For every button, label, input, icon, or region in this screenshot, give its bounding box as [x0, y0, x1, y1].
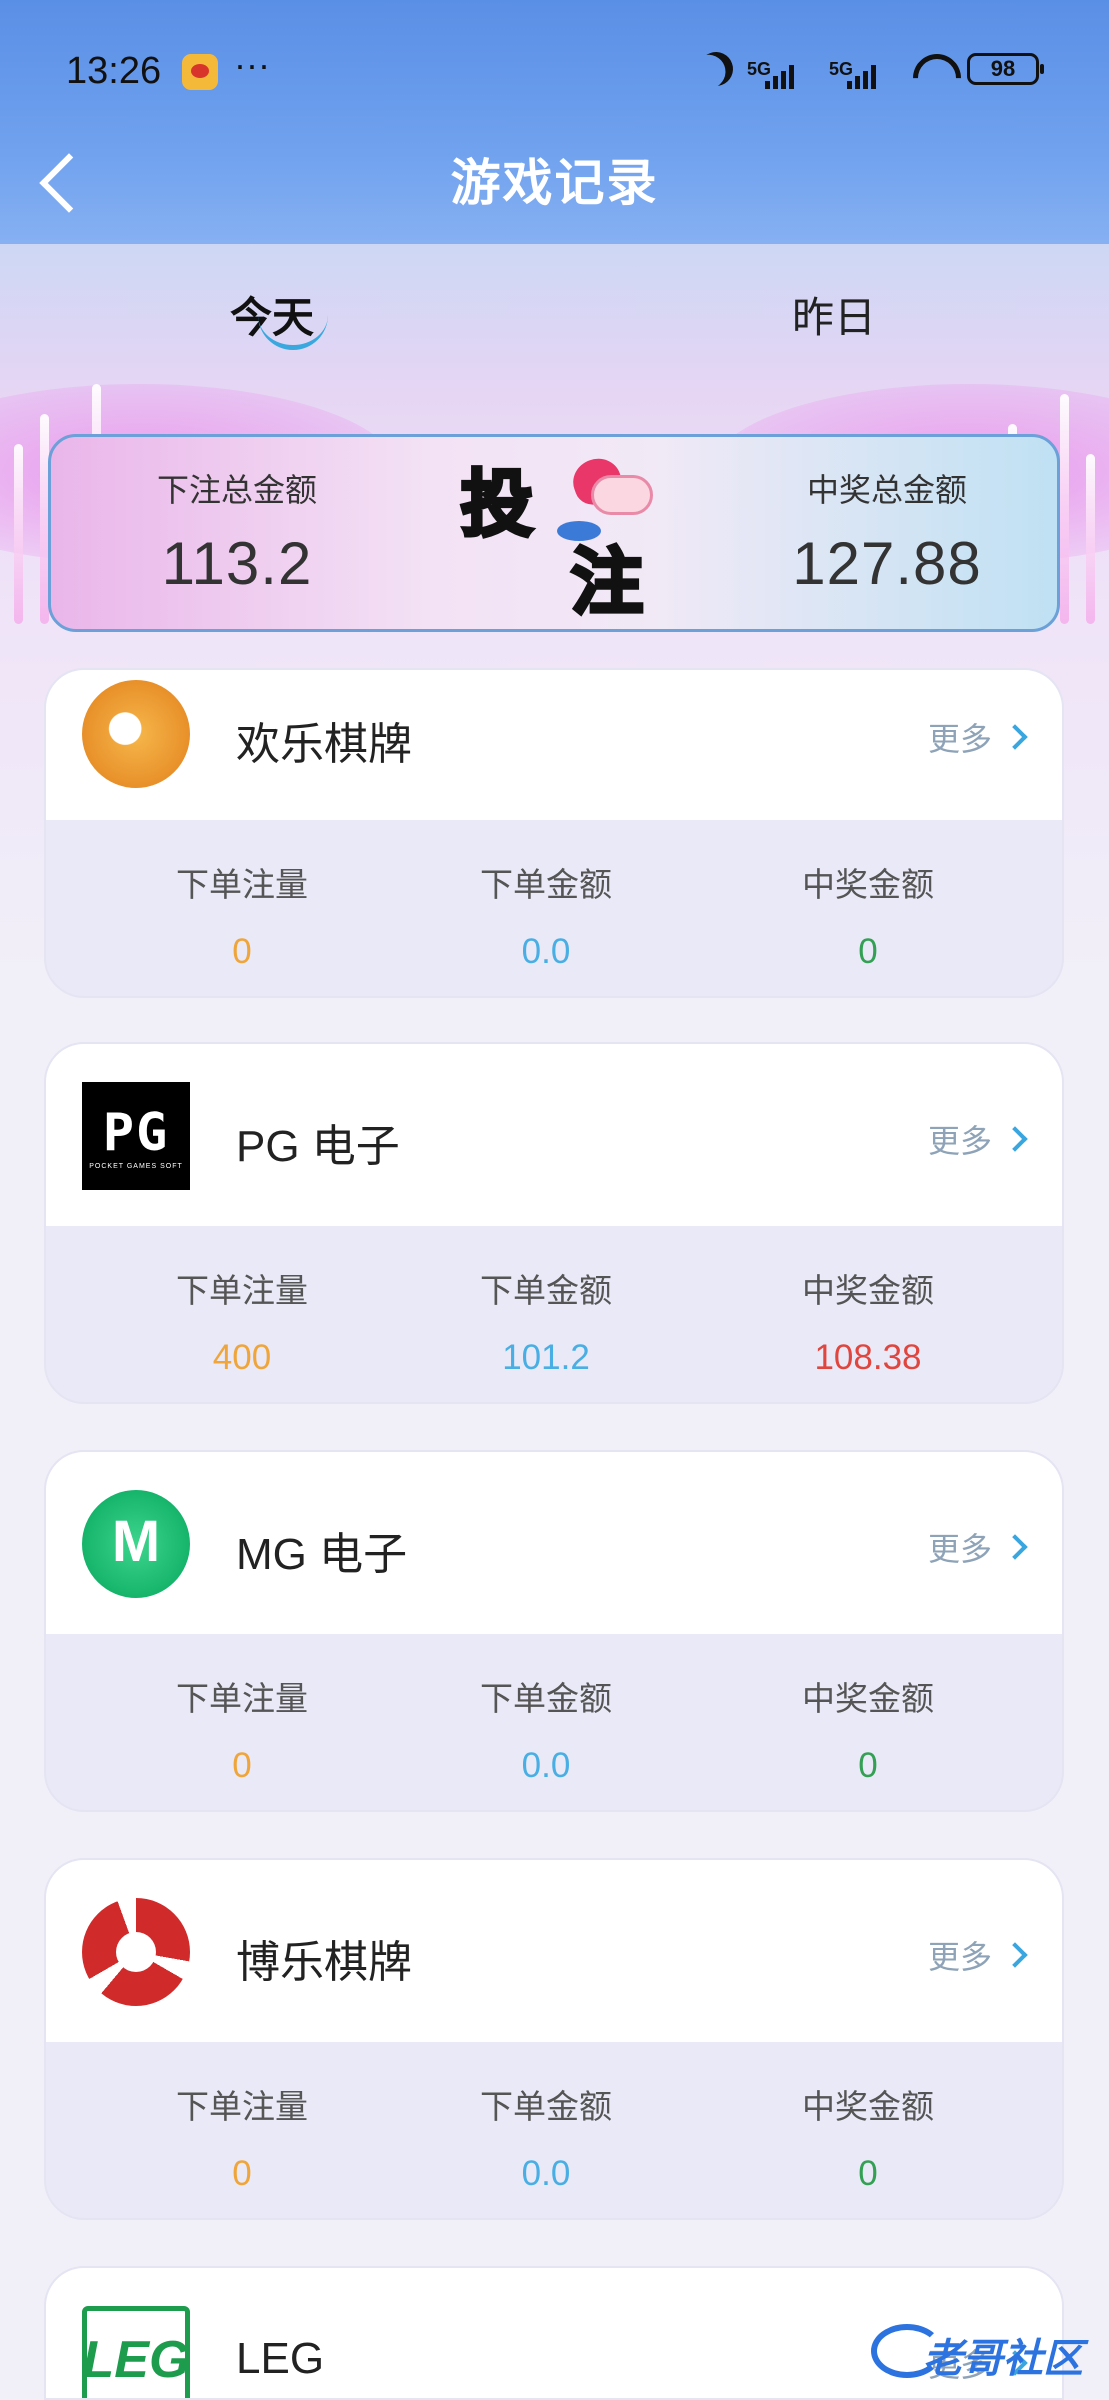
- game-name: LEG: [236, 2334, 325, 2383]
- win-value: 0: [858, 2154, 878, 2193]
- summary-card: 下注总金额 113.2 投 注 中奖总金额 127.88: [48, 434, 1060, 632]
- amount-value: 101.2: [502, 1338, 590, 1377]
- bets-label: 下单注量: [176, 1680, 308, 1717]
- more-link[interactable]: 更多: [928, 1524, 1024, 1570]
- bet-badge-char-1: 投: [459, 460, 535, 548]
- bet-badge-illustration: 投 注: [459, 445, 691, 626]
- amount-label: 下单金额: [480, 1680, 612, 1717]
- amount-value: 0.0: [521, 932, 571, 971]
- win-value: 0: [858, 932, 878, 971]
- game-card-happy-chess: 欢乐棋牌 更多 下单注量 0 下单金额 0.0 中奖金额 0: [44, 668, 1064, 998]
- win-total-value: 127.88: [792, 530, 982, 597]
- bets-value: 0: [232, 2154, 252, 2193]
- game-header: 博乐棋牌 更多: [46, 1860, 1062, 2042]
- status-bar: 13:26 ··· 5G 5G 98: [0, 40, 1109, 100]
- win-label: 中奖金额: [802, 2088, 934, 2125]
- status-time: 13:26: [66, 50, 162, 92]
- game-header: MG 电子 更多: [46, 1452, 1062, 1634]
- game-name: MG 电子: [236, 1530, 408, 1579]
- wifi-icon: [911, 54, 953, 84]
- amount-label: 下单金额: [480, 1272, 612, 1309]
- win-total-label: 中奖总金额: [806, 472, 967, 508]
- bets-label: 下单注量: [176, 2088, 308, 2125]
- mg-logo-icon: [82, 1490, 190, 1598]
- tab-today[interactable]: 今天: [230, 284, 328, 350]
- more-link[interactable]: 更多: [928, 714, 1024, 760]
- game-name: PG 电子: [236, 1122, 400, 1171]
- win-total: 中奖总金额 127.88: [737, 465, 1037, 598]
- amount-value: 0.0: [521, 2154, 571, 2193]
- bets-value: 0: [232, 932, 252, 971]
- weibo-notification-icon: [182, 54, 218, 90]
- win-value: 108.38: [814, 1338, 922, 1377]
- leg-logo-icon: LEG: [82, 2306, 190, 2398]
- more-link[interactable]: 更多: [928, 1932, 1024, 1978]
- header-bar: 13:26 ··· 5G 5G 98 游戏记录: [0, 0, 1109, 244]
- game-stats: 下单注量 0 下单金额 0.0 中奖金额 0: [46, 820, 1062, 996]
- win-label: 中奖金额: [802, 1680, 934, 1717]
- bet-total-label: 下注总金额: [156, 472, 317, 508]
- more-notifications-icon: ···: [234, 44, 270, 85]
- game-header: PG POCKET GAMES SOFT PG 电子 更多: [46, 1044, 1062, 1226]
- battery-icon: 98: [967, 53, 1044, 85]
- happy-chess-logo-icon: [82, 680, 190, 788]
- bets-label: 下单注量: [176, 866, 308, 903]
- bets-label: 下单注量: [176, 1272, 308, 1309]
- page-title: 游戏记录: [450, 155, 659, 211]
- game-header: 欢乐棋牌 更多: [46, 670, 1062, 820]
- status-icons: 5G 5G 98: [699, 52, 1044, 89]
- watermark: 老哥社区: [867, 2316, 1097, 2386]
- bets-value: 0: [232, 1746, 252, 1785]
- do-not-disturb-icon: [694, 47, 738, 91]
- game-card-mg: MG 电子 更多 下单注量 0 下单金额 0.0 中奖金额 0: [44, 1450, 1064, 1812]
- signal-icon-1: 5G: [747, 59, 815, 89]
- win-value: 0: [858, 1746, 878, 1785]
- bets-value: 400: [212, 1338, 272, 1377]
- signal-icon-2: 5G: [829, 59, 897, 89]
- tab-yesterday[interactable]: 昨日: [792, 284, 876, 345]
- win-label: 中奖金额: [802, 1272, 934, 1309]
- game-card-bole-chess: 博乐棋牌 更多 下单注量 0 下单金额 0.0 中奖金额 0: [44, 1858, 1064, 2220]
- game-name: 欢乐棋牌: [236, 720, 412, 769]
- amount-label: 下单金额: [480, 2088, 612, 2125]
- bet-total: 下注总金额 113.2: [87, 465, 387, 598]
- win-label: 中奖金额: [802, 866, 934, 903]
- bet-badge-char-2: 注: [569, 538, 645, 626]
- watermark-text: 老哥社区: [923, 2337, 1083, 2381]
- pg-logo-icon: PG POCKET GAMES SOFT: [82, 1082, 190, 1190]
- bet-total-value: 113.2: [161, 530, 313, 597]
- more-link[interactable]: 更多: [928, 1116, 1024, 1162]
- game-stats: 下单注量 0 下单金额 0.0 中奖金额 0: [46, 1634, 1062, 1810]
- bole-logo-icon: [82, 1898, 190, 2006]
- game-stats: 下单注量 0 下单金额 0.0 中奖金额 0: [46, 2042, 1062, 2218]
- game-card-pg: PG POCKET GAMES SOFT PG 电子 更多 下单注量 400 下单…: [44, 1042, 1064, 1404]
- game-stats: 下单注量 400 下单金额 101.2 中奖金额 108.38: [46, 1226, 1062, 1402]
- amount-value: 0.0: [521, 1746, 571, 1785]
- amount-label: 下单金额: [480, 866, 612, 903]
- hand-icon: [591, 475, 653, 515]
- game-name: 博乐棋牌: [236, 1938, 412, 1987]
